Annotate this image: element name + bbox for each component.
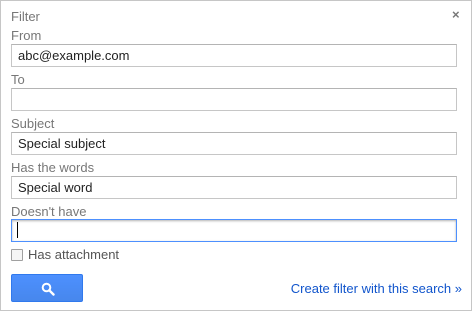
- doesnt-have-field[interactable]: [11, 219, 457, 242]
- has-attachment-checkbox[interactable]: [11, 249, 23, 261]
- from-field[interactable]: [11, 44, 457, 67]
- has-words-field[interactable]: [11, 176, 457, 199]
- subject-label: Subject: [11, 116, 55, 131]
- to-label: To: [11, 72, 25, 87]
- from-label: From: [11, 28, 42, 43]
- filter-dialog: Filter × From To Subject Has the words D…: [0, 0, 472, 311]
- doesnt-have-label: Doesn't have: [11, 204, 87, 219]
- to-field[interactable]: [11, 88, 457, 111]
- create-filter-link[interactable]: Create filter with this search »: [291, 281, 462, 296]
- has-attachment-label[interactable]: Has attachment: [28, 247, 119, 262]
- search-icon: [41, 282, 55, 296]
- dialog-title: Filter: [11, 9, 40, 24]
- close-icon[interactable]: ×: [452, 7, 460, 22]
- text-caret: [17, 222, 18, 238]
- search-button[interactable]: [11, 274, 83, 302]
- has-words-label: Has the words: [11, 160, 95, 175]
- subject-field[interactable]: [11, 132, 457, 155]
